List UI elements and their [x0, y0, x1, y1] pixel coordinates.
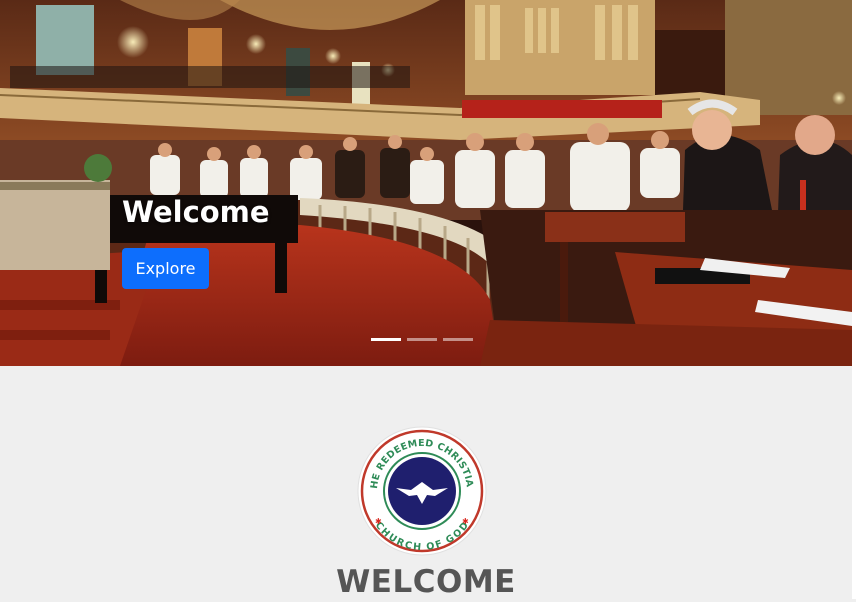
hero-caption: Welcome Explore [122, 192, 270, 289]
hero-image [0, 0, 852, 366]
scrollbar-gutter [852, 0, 856, 599]
section-heading: WELCOME [336, 564, 516, 600]
hero-carousel: Welcome Explore [0, 0, 852, 366]
carousel-indicators [371, 338, 473, 341]
carousel-indicator-3[interactable] [443, 338, 473, 341]
hero-title: Welcome [122, 195, 270, 229]
rccg-logo: THE REDEEMED CHRISTIAN CHURCH OF GOD ✱ ✱ [351, 416, 489, 558]
explore-button[interactable]: Explore [122, 248, 209, 289]
carousel-indicator-2[interactable] [407, 338, 437, 341]
svg-text:✱: ✱ [375, 517, 382, 526]
carousel-indicator-1[interactable] [371, 338, 401, 341]
svg-text:✱: ✱ [462, 517, 469, 526]
rccg-logo-image: THE REDEEMED CHRISTIAN CHURCH OF GOD ✱ ✱ [351, 416, 487, 556]
